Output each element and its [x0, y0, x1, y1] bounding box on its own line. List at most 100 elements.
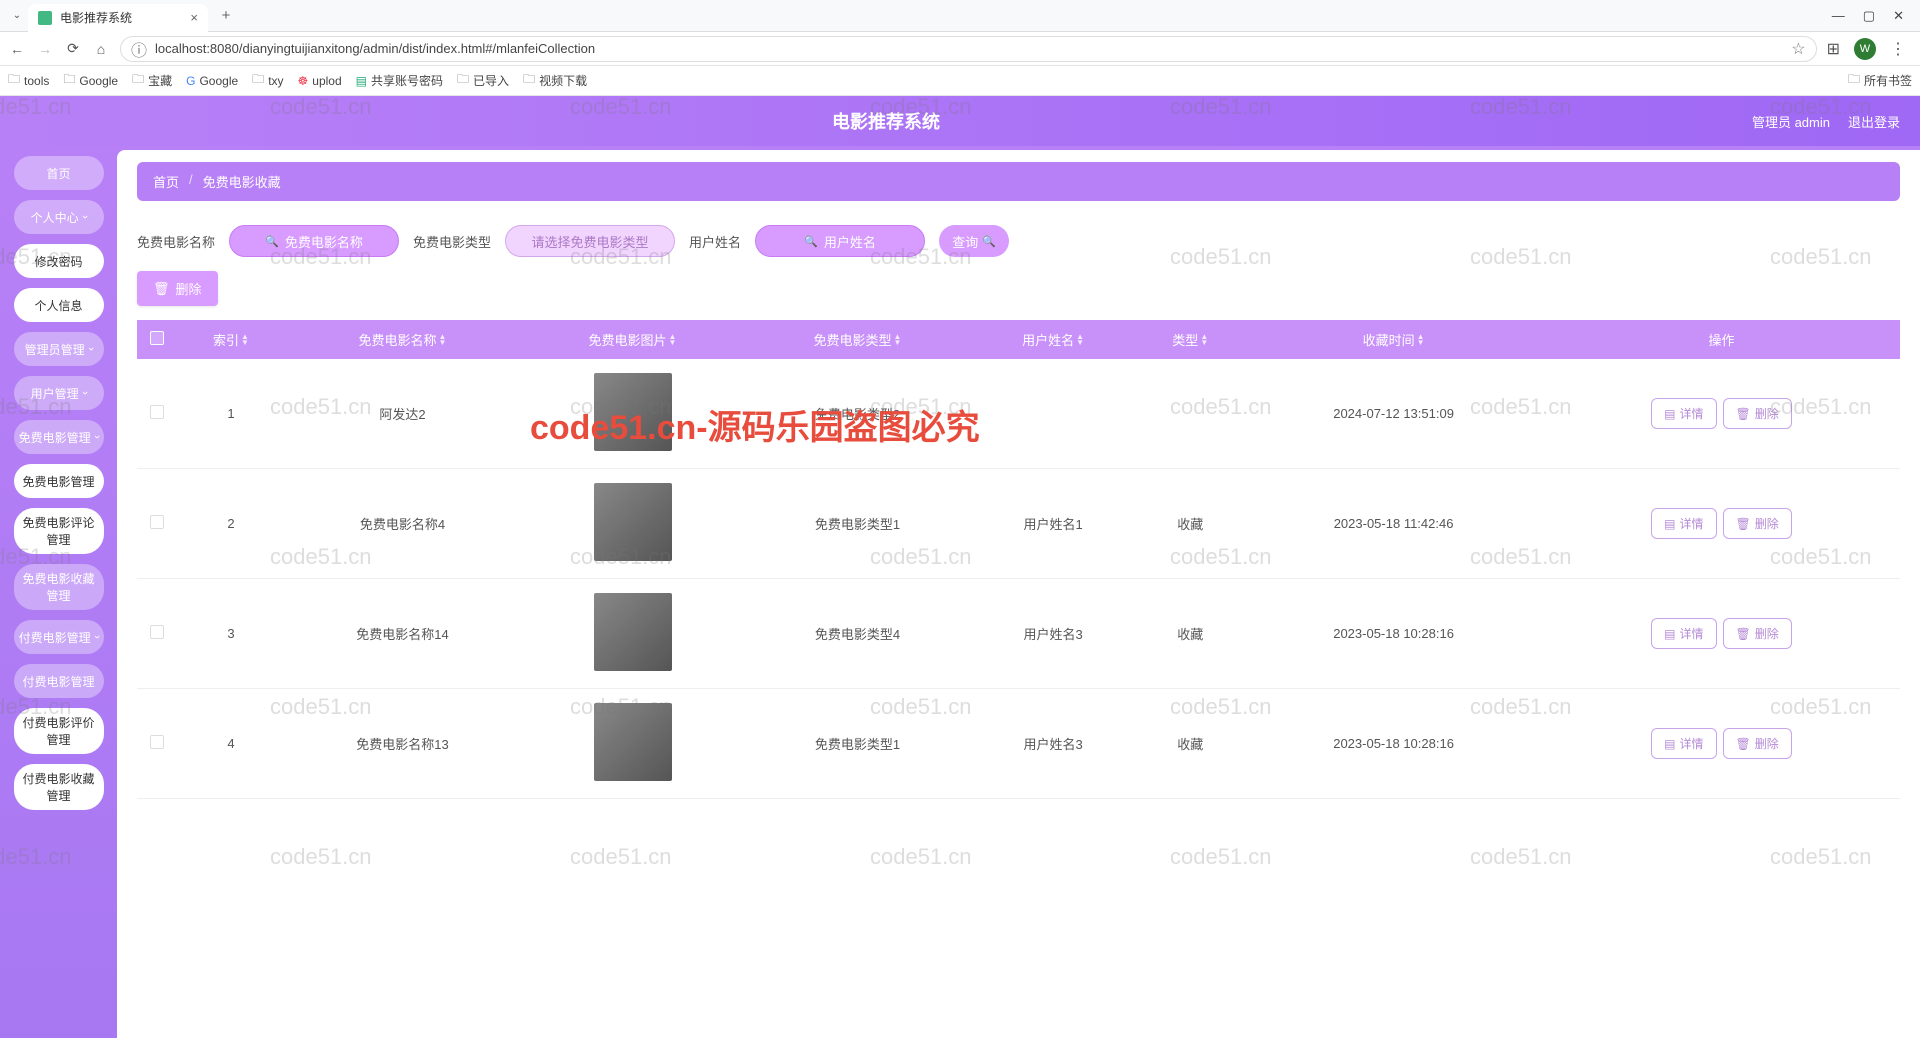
window-close-icon[interactable]: ✕: [1893, 8, 1904, 24]
folder-icon: 🗀: [8, 70, 20, 91]
extensions-icon[interactable]: ⊞: [1827, 39, 1840, 59]
star-icon[interactable]: ☆: [1791, 39, 1805, 59]
row-checkbox[interactable]: [150, 515, 164, 529]
current-user-label[interactable]: 管理员 admin: [1752, 112, 1830, 131]
detail-button[interactable]: ▤详情: [1651, 508, 1716, 539]
sidebar-item[interactable]: 修改密码: [14, 244, 104, 278]
search-input-user[interactable]: 🔍 用户姓名: [755, 225, 925, 257]
movie-thumbnail[interactable]: [594, 703, 672, 781]
sidebar-item[interactable]: 首页: [14, 156, 104, 190]
table-header[interactable]: 免费电影名称▲▼: [285, 320, 520, 359]
search-label-user: 用户姓名: [689, 232, 741, 251]
search-select-type[interactable]: 请选择免费电影类型: [505, 225, 675, 257]
checkbox-all[interactable]: [150, 331, 164, 345]
cell-name: 阿发达2: [285, 359, 520, 469]
window-minimize-icon[interactable]: —: [1832, 8, 1845, 24]
bookmark-item[interactable]: ▤共享账号密码: [356, 72, 443, 89]
search-button[interactable]: 查询 🔍: [939, 225, 1009, 257]
nav-back-icon[interactable]: ←: [8, 41, 26, 57]
folder-icon: 🗀: [252, 70, 264, 91]
sort-icon[interactable]: ▲▼: [1200, 334, 1208, 346]
cell-time: 2024-07-12 13:51:09: [1244, 359, 1543, 469]
sidebar-item[interactable]: 付费电影评价管理: [14, 708, 104, 754]
table-header[interactable]: 用户姓名▲▼: [970, 320, 1136, 359]
sort-icon[interactable]: ▲▼: [669, 334, 677, 346]
tab-title: 电影推荐系统: [60, 9, 182, 26]
tab-dropdown-icon[interactable]: ⌄: [6, 10, 28, 21]
sidebar-item[interactable]: 用户管理: [14, 376, 104, 410]
sidebar-item[interactable]: 付费电影管理: [14, 620, 104, 654]
site-info-icon[interactable]: ⓘ: [131, 37, 147, 61]
detail-button[interactable]: ▤详情: [1651, 728, 1716, 759]
sidebar: 首页个人中心修改密码个人信息管理员管理用户管理免费电影管理免费电影管理免费电影评…: [0, 146, 117, 1038]
browser-toolbar: ← → ⟳ ⌂ ⓘ localhost:8080/dianyingtuijian…: [0, 32, 1920, 66]
breadcrumb-home[interactable]: 首页: [153, 172, 179, 191]
sidebar-item[interactable]: 免费电影管理: [14, 420, 104, 454]
browser-tab[interactable]: 电影推荐系统 ×: [28, 4, 208, 32]
search-input-name[interactable]: 🔍 免费电影名称: [229, 225, 399, 257]
movie-thumbnail[interactable]: [594, 373, 672, 451]
cell-index: 3: [177, 579, 285, 689]
sidebar-item[interactable]: 付费电影管理: [14, 664, 104, 698]
delete-button[interactable]: 🗑 删除: [137, 271, 218, 306]
sort-icon[interactable]: ▲▼: [439, 334, 447, 346]
search-form: 免费电影名称 🔍 免费电影名称 免费电影类型 请选择免费电影类型 用户姓名 🔍 …: [137, 225, 1900, 257]
row-checkbox[interactable]: [150, 405, 164, 419]
nav-reload-icon[interactable]: ⟳: [64, 40, 82, 57]
movie-thumbnail[interactable]: [594, 593, 672, 671]
menu-icon[interactable]: ⋮: [1890, 39, 1906, 59]
sidebar-item[interactable]: 免费电影收藏管理: [14, 564, 104, 610]
table-header[interactable]: 免费电影图片▲▼: [520, 320, 745, 359]
nav-forward-icon[interactable]: →: [36, 41, 54, 57]
bookmark-item[interactable]: ☸uplod: [298, 74, 342, 88]
tab-close-icon[interactable]: ×: [190, 10, 198, 25]
folder-icon: 🗀: [63, 70, 75, 91]
sidebar-item[interactable]: 个人信息: [14, 288, 104, 322]
breadcrumb-current: 免费电影收藏: [203, 172, 281, 191]
address-bar[interactable]: ⓘ localhost:8080/dianyingtuijianxitong/a…: [120, 36, 1817, 62]
row-delete-button[interactable]: 🗑删除: [1723, 618, 1792, 649]
tab-favicon: [38, 11, 52, 25]
table-header[interactable]: 操作: [1543, 320, 1900, 359]
window-maximize-icon[interactable]: ▢: [1863, 8, 1875, 24]
sort-icon[interactable]: ▲▼: [1076, 334, 1084, 346]
row-delete-button[interactable]: 🗑删除: [1723, 398, 1792, 429]
table-header[interactable]: 免费电影类型▲▼: [745, 320, 970, 359]
cell-type: 免费电影类型2: [745, 359, 970, 469]
sidebar-item[interactable]: 免费电影评论管理: [14, 508, 104, 554]
new-tab-button[interactable]: +: [214, 7, 238, 24]
table-header[interactable]: 索引▲▼: [177, 320, 285, 359]
app-header: 电影推荐系统 管理员 admin 退出登录: [0, 96, 1920, 146]
sort-icon[interactable]: ▲▼: [241, 334, 249, 346]
table-header[interactable]: 收藏时间▲▼: [1244, 320, 1543, 359]
detail-button[interactable]: ▤详情: [1651, 618, 1716, 649]
bookmarks-bar: 🗀tools 🗀Google 🗀宝藏 GGoogle 🗀txy ☸uplod ▤…: [0, 66, 1920, 96]
row-checkbox[interactable]: [150, 735, 164, 749]
sidebar-item[interactable]: 免费电影管理: [14, 464, 104, 498]
bookmark-item[interactable]: GGoogle: [186, 74, 238, 88]
cell-time: 2023-05-18 11:42:46: [1244, 469, 1543, 579]
table-row: 3免费电影名称14免费电影类型4用户姓名3收藏2023-05-18 10:28:…: [137, 579, 1900, 689]
cell-time: 2023-05-18 10:28:16: [1244, 579, 1543, 689]
sidebar-item[interactable]: 个人中心: [14, 200, 104, 234]
cell-name: 免费电影名称13: [285, 689, 520, 799]
row-checkbox[interactable]: [150, 625, 164, 639]
table-header[interactable]: 类型▲▼: [1136, 320, 1244, 359]
movie-thumbnail[interactable]: [594, 483, 672, 561]
sort-icon[interactable]: ▲▼: [893, 334, 901, 346]
row-delete-button[interactable]: 🗑删除: [1723, 508, 1792, 539]
sidebar-item[interactable]: 付费电影收藏管理: [14, 764, 104, 810]
cell-category: 收藏: [1136, 689, 1244, 799]
logout-link[interactable]: 退出登录: [1848, 112, 1900, 131]
sort-icon[interactable]: ▲▼: [1417, 334, 1425, 346]
search-icon: 🔍: [804, 235, 818, 248]
cell-ops: ▤详情🗑删除: [1543, 469, 1900, 579]
sidebar-item[interactable]: 管理员管理: [14, 332, 104, 366]
detail-button[interactable]: ▤详情: [1651, 398, 1716, 429]
row-delete-button[interactable]: 🗑删除: [1723, 728, 1792, 759]
header-user-area: 管理员 admin 退出登录: [1752, 112, 1900, 131]
cell-category: 收藏: [1136, 579, 1244, 689]
nav-home-icon[interactable]: ⌂: [92, 41, 110, 57]
table-header[interactable]: [137, 320, 177, 359]
profile-avatar[interactable]: W: [1854, 38, 1876, 60]
